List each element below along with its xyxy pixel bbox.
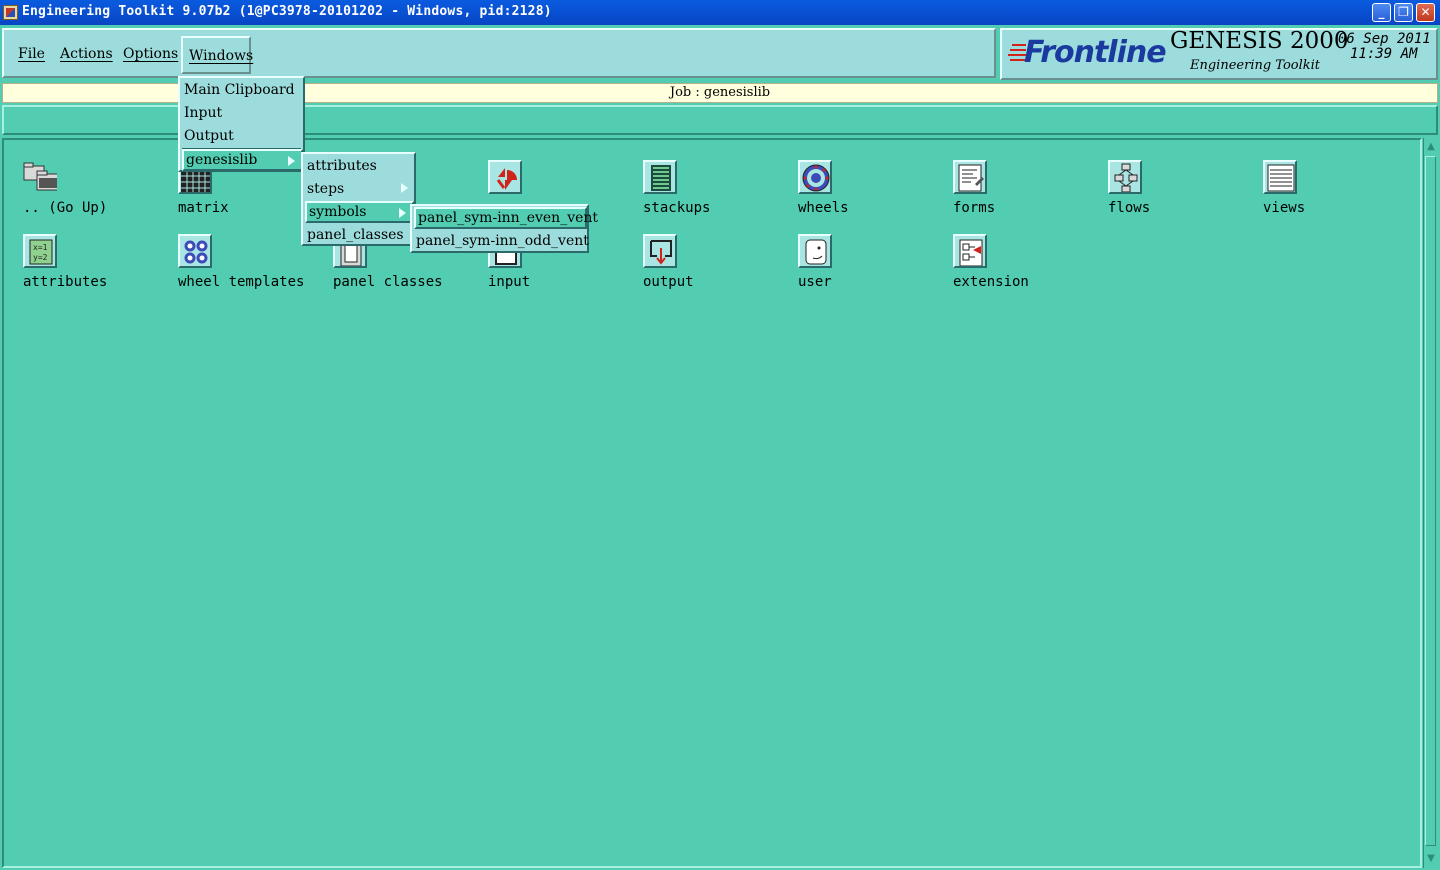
menu-item-steps[interactable]: steps xyxy=(305,178,414,200)
menu-item-label: steps xyxy=(307,181,345,197)
product-name: GENESIS 2000 xyxy=(1170,28,1349,54)
svg-text:y=2: y=2 xyxy=(33,253,48,262)
output-icon xyxy=(643,234,677,268)
menu-options[interactable]: Options xyxy=(117,40,184,70)
scroll-thumb[interactable] xyxy=(1425,156,1436,846)
menu-item-panel-sym-odd[interactable]: panel_sym-inn_odd_vent xyxy=(414,230,589,252)
menu-item-main-clipboard[interactable]: Main Clipboard xyxy=(182,79,295,101)
item-views[interactable]: views xyxy=(1263,160,1403,224)
product-subtitle: Engineering Toolkit xyxy=(1190,58,1321,73)
submenu-arrow-icon xyxy=(401,183,408,193)
symbols-menu: panel_sym-inn_even_vent panel_sym-inn_od… xyxy=(410,204,598,253)
item-label: output xyxy=(643,274,694,290)
submenu-arrow-icon xyxy=(288,156,295,166)
date-display: 06 Sep 2011 xyxy=(1338,31,1431,47)
menu-item-genesislib[interactable]: genesislib xyxy=(182,149,303,171)
item-flows[interactable]: flows xyxy=(1108,160,1248,224)
menu-bar: File Actions Options Windows xyxy=(2,28,996,78)
item-label: panel classes xyxy=(333,274,443,290)
menu-actions[interactable]: Actions xyxy=(54,40,119,70)
item-label: input xyxy=(488,274,531,290)
menu-item-symbols[interactable]: symbols xyxy=(305,201,414,223)
item-extension[interactable]: extension xyxy=(953,234,1093,298)
menu-item-attributes[interactable]: attributes xyxy=(305,155,377,177)
folder-up-icon xyxy=(23,162,57,191)
item-label: attributes xyxy=(23,274,108,290)
maximize-button[interactable]: ❐ xyxy=(1394,3,1413,22)
extension-icon xyxy=(953,234,987,268)
menu-item-label: genesislib xyxy=(186,152,258,168)
menu-windows[interactable]: Windows xyxy=(181,36,253,74)
logo-panel: Frontline GENESIS 2000 Engineering Toolk… xyxy=(1000,28,1438,80)
wheel-templates-icon xyxy=(178,234,212,268)
form-icon xyxy=(953,160,987,194)
menu-item-panel-sym-even[interactable]: panel_sym-inn_even_vent xyxy=(414,207,598,229)
item-go-up[interactable]: .. (Go Up) xyxy=(23,160,163,224)
menu-item-panel-classes[interactable]: panel_classes xyxy=(305,224,404,246)
item-output[interactable]: output xyxy=(643,234,783,298)
submenu-arrow-icon xyxy=(399,208,406,218)
item-user[interactable]: user xyxy=(798,234,938,298)
item-label: wheels xyxy=(798,200,849,216)
scroll-up-icon[interactable]: ▲ xyxy=(1425,140,1437,154)
views-icon xyxy=(1263,160,1297,194)
symbol-red-icon xyxy=(488,160,522,194)
brand-logo: Frontline xyxy=(1024,35,1167,70)
item-wheel-templates[interactable]: wheel templates xyxy=(178,234,318,298)
flow-icon xyxy=(1108,160,1142,194)
menu-item-output[interactable]: Output xyxy=(182,125,234,147)
item-label: user xyxy=(798,274,832,290)
menu-file[interactable]: File xyxy=(12,40,51,70)
vertical-scrollbar[interactable]: ▲ ▼ xyxy=(1423,138,1438,868)
item-wheels[interactable]: wheels xyxy=(798,160,938,224)
close-button[interactable]: ✕ xyxy=(1416,3,1435,22)
item-label: matrix xyxy=(178,200,229,216)
window-title: Engineering Toolkit 9.07b2 (1@PC3978-201… xyxy=(22,4,552,19)
item-label: wheel templates xyxy=(178,274,305,290)
item-label: .. (Go Up) xyxy=(23,200,108,216)
item-label: forms xyxy=(953,200,996,216)
windows-menu: Main Clipboard Input Output genesislib xyxy=(178,76,305,172)
menu-item-label: symbols xyxy=(309,204,367,220)
item-stackups[interactable]: stackups xyxy=(643,160,783,224)
item-forms[interactable]: forms xyxy=(953,160,1093,224)
scroll-down-icon[interactable]: ▼ xyxy=(1425,852,1437,866)
attributes-icon: x=1 y=2 xyxy=(23,234,57,268)
app-icon xyxy=(3,5,18,20)
item-label: stackups xyxy=(643,200,711,216)
wheel-icon xyxy=(798,160,832,194)
genesislib-menu: attributes steps symbols panel_classes xyxy=(301,152,416,246)
user-icon xyxy=(798,234,832,268)
item-label: views xyxy=(1263,200,1306,216)
item-label: flows xyxy=(1108,200,1151,216)
menu-item-input[interactable]: Input xyxy=(182,102,222,124)
item-label: extension xyxy=(953,274,1029,290)
stackup-icon xyxy=(643,160,677,194)
svg-text:x=1: x=1 xyxy=(33,243,48,252)
item-attributes[interactable]: x=1 y=2 attributes xyxy=(23,234,163,298)
title-bar: Engineering Toolkit 9.07b2 (1@PC3978-201… xyxy=(0,0,1440,25)
time-display: 11:39 AM xyxy=(1350,46,1418,62)
minimize-button[interactable]: _ xyxy=(1372,3,1391,22)
